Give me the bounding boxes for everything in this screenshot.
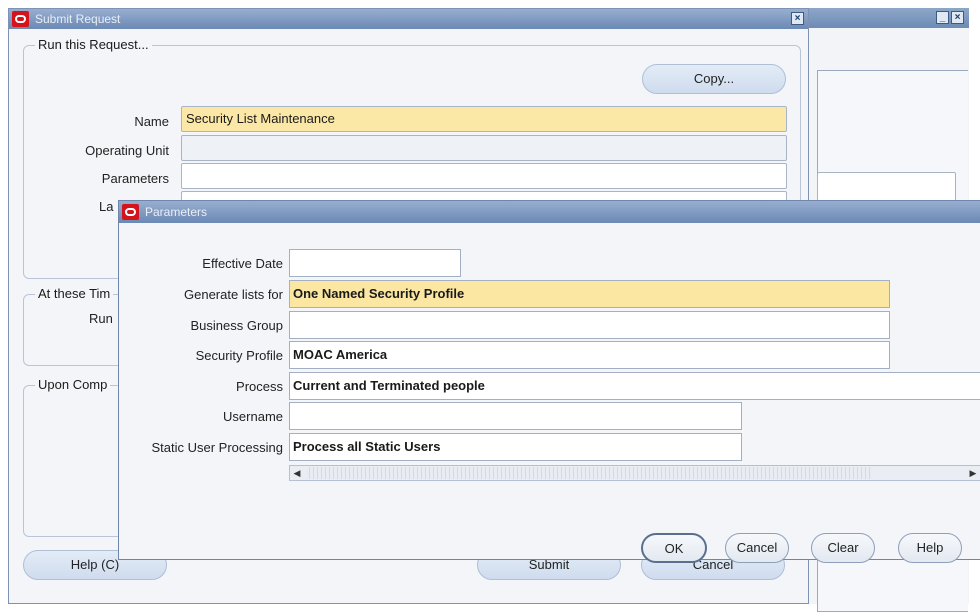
username-label: Username: [223, 409, 283, 424]
business-group-label: Business Group: [190, 318, 284, 333]
at-these-times-label: At these Tim: [35, 286, 114, 301]
name-label: Name: [134, 114, 169, 129]
name-field[interactable]: Security List Maintenance: [181, 106, 787, 132]
username-field[interactable]: [289, 402, 742, 430]
static-user-processing-label: Static User Processing: [151, 440, 284, 455]
effective-date-field[interactable]: [289, 249, 461, 277]
run-request-group-label: Run this Request...: [35, 37, 152, 52]
operating-unit-label: Operating Unit: [85, 143, 169, 158]
parameters-dialog-title: Parameters: [145, 205, 208, 219]
scrollbar-thumb[interactable]: [306, 467, 872, 479]
effective-date-label: Effective Date: [202, 256, 283, 271]
oracle-logo-icon: [122, 204, 139, 220]
business-group-field[interactable]: [289, 311, 890, 339]
help-button[interactable]: Help: [898, 533, 962, 563]
clear-button[interactable]: Clear: [811, 533, 875, 563]
scroll-left-icon[interactable]: ◀: [291, 467, 303, 479]
run-label: Run: [89, 311, 113, 326]
cancel-button[interactable]: Cancel: [725, 533, 789, 563]
submit-request-title-bar: Submit Request ×: [9, 9, 808, 29]
parameters-dialog: Parameters Effective Date Generate lists…: [118, 200, 980, 563]
parameters-label: Parameters: [101, 171, 169, 186]
static-user-processing-field[interactable]: Process all Static Users: [289, 433, 742, 461]
scroll-right-icon[interactable]: ▶: [967, 467, 979, 479]
generate-lists-for-field[interactable]: One Named Security Profile: [289, 280, 890, 308]
copy-button[interactable]: Copy...: [642, 64, 786, 94]
security-profile-label: Security Profile: [195, 348, 283, 363]
background-window-title-bar: _ ×: [809, 8, 969, 28]
process-field[interactable]: Current and Terminated people: [289, 372, 980, 400]
horizontal-scrollbar[interactable]: ◀ ▶: [289, 465, 980, 481]
security-profile-field[interactable]: MOAC America: [289, 341, 890, 369]
language-label: La: [99, 199, 114, 214]
ok-button[interactable]: OK: [641, 533, 707, 563]
parameters-field[interactable]: [181, 163, 787, 189]
upon-completion-label: Upon Comp: [35, 377, 111, 392]
oracle-logo-icon: [12, 11, 29, 27]
window-title: Submit Request: [35, 12, 121, 26]
operating-unit-field[interactable]: [181, 135, 787, 161]
close-icon[interactable]: ×: [951, 11, 964, 24]
process-label: Process: [236, 379, 283, 394]
close-icon[interactable]: ×: [791, 12, 804, 25]
generate-lists-for-label: Generate lists for: [184, 287, 283, 302]
minimize-icon[interactable]: _: [936, 11, 949, 24]
parameters-title-bar: Parameters: [119, 201, 980, 223]
